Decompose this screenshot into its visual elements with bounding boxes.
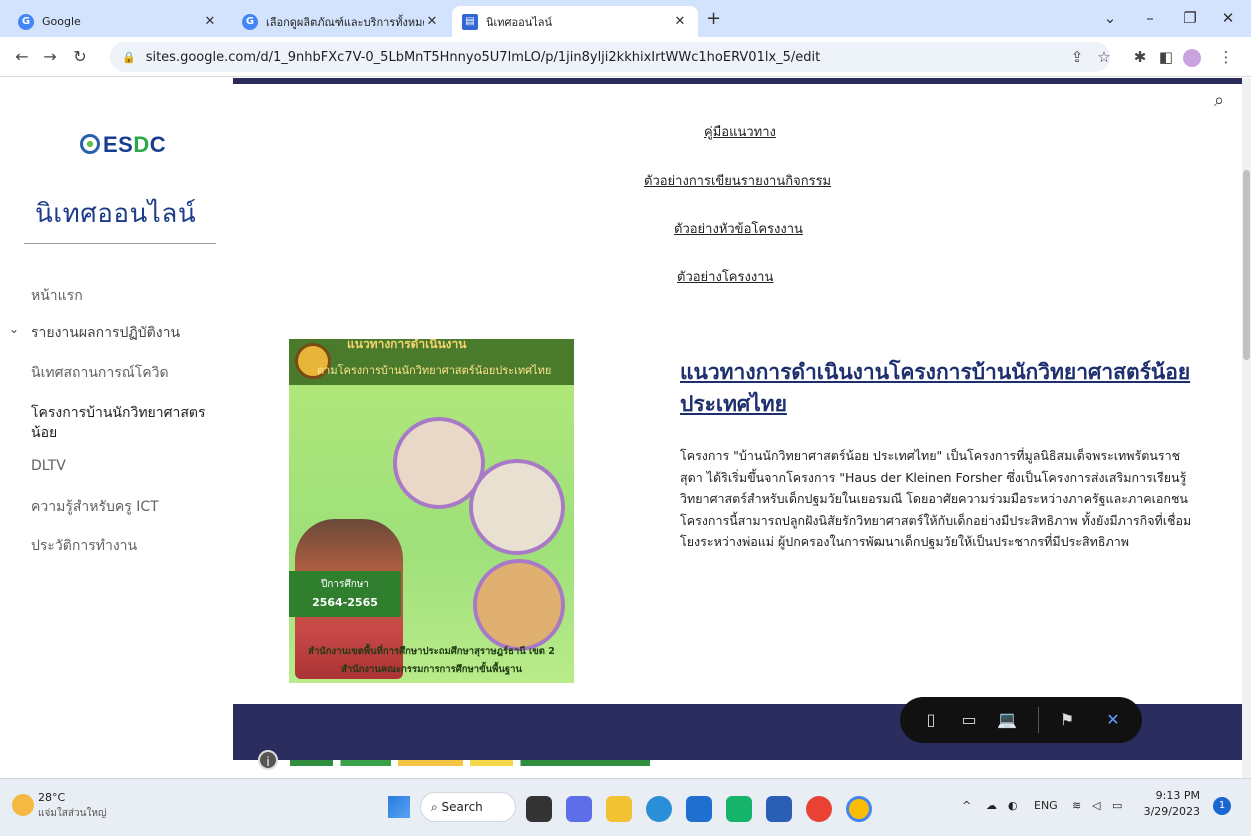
google-sites-icon: ▤ xyxy=(462,13,478,30)
reload-icon[interactable]: ↻ xyxy=(68,45,92,69)
lock-icon: 🔒 xyxy=(122,50,136,64)
start-button[interactable] xyxy=(388,796,410,818)
google-icon: G xyxy=(242,13,258,30)
weather-icon[interactable] xyxy=(12,794,34,816)
sidebar-item-history[interactable]: ประวัติการทำงาน xyxy=(31,535,137,557)
store-icon[interactable] xyxy=(686,796,712,822)
battery-icon[interactable]: ▭ xyxy=(1112,799,1122,812)
close-window-button[interactable]: ✕ xyxy=(1208,6,1248,30)
feedback-icon[interactable]: ⚑ xyxy=(1050,697,1084,743)
address-bar[interactable]: 🔒 sites.google.com/d/1_9nhbFXc7V-0_5LbMn… xyxy=(110,42,1110,72)
preview-device-toolbar: ▯ ▭ 💻 ⚑ ✕ xyxy=(900,697,1142,743)
volume-icon[interactable]: ◁ xyxy=(1092,799,1100,812)
url-text: sites.google.com/d/1_9nhbFXc7V-0_5LbMnT5… xyxy=(145,49,821,65)
tray-overflow-icon[interactable]: ^ xyxy=(962,799,971,812)
tab-search-chevron-icon[interactable]: ⌄ xyxy=(1090,6,1130,30)
profile-avatar-icon[interactable] xyxy=(1180,45,1204,69)
section-body: โครงการ "บ้านนักวิทยาศาสตร์น้อย ประเทศไท… xyxy=(680,448,1192,549)
weather-temp[interactable]: 28°C xyxy=(38,791,65,804)
wifi-icon[interactable]: ≋ xyxy=(1072,799,1081,812)
cloud-icon[interactable]: ☁ xyxy=(986,799,997,812)
menu-kebab-icon[interactable]: ⋮ xyxy=(1214,45,1238,69)
poster-year-box: ปีการศึกษา 2564-2565 xyxy=(289,571,401,617)
notification-badge[interactable]: 1 xyxy=(1213,797,1231,815)
edge-icon[interactable] xyxy=(646,796,672,822)
weather-text[interactable]: แจ่มใสส่วนใหญ่ xyxy=(38,806,106,821)
back-icon[interactable]: ← xyxy=(10,45,34,69)
link-project-example[interactable]: ตัวอย่างโครงงาน xyxy=(677,266,773,287)
restore-button[interactable]: ❐ xyxy=(1170,6,1210,30)
task-view-icon[interactable] xyxy=(526,796,552,822)
minimize-button[interactable]: – xyxy=(1130,6,1170,30)
chrome-icon[interactable] xyxy=(806,796,832,822)
forward-icon[interactable]: → xyxy=(38,45,62,69)
info-icon[interactable]: i xyxy=(258,750,278,770)
sidebar-item-dltv[interactable]: DLTV xyxy=(31,458,66,474)
tablet-preview-icon[interactable]: ▭ xyxy=(952,697,986,743)
tab-nithet-online[interactable]: ▤ นิเทศออนไลน์ ✕ xyxy=(452,6,698,37)
poster-footer: สำนักงานเขตพื้นที่การศึกษาประถมศึกษาสุรา… xyxy=(308,646,555,675)
new-tab-button[interactable]: + xyxy=(706,8,721,29)
phone-preview-icon[interactable]: ▯ xyxy=(914,697,948,743)
browser-tab-strip: G Google ✕ G เลือกดูผลิตภัณฑ์และบริการทั… xyxy=(0,0,1251,37)
search-icon[interactable]: ⌕ xyxy=(1203,86,1235,118)
section-heading[interactable]: แนวทางการดำเนินงานโครงการบ้านนักวิทยาศาส… xyxy=(680,356,1200,420)
poster-photo-circle xyxy=(469,459,565,555)
google-icon: G xyxy=(18,13,34,30)
word-icon[interactable] xyxy=(766,796,792,822)
search-icon: ⌕ xyxy=(431,800,442,814)
chat-icon[interactable] xyxy=(566,796,592,822)
windows-taskbar: 28°C แจ่มใสส่วนใหญ่ ⌕ Search ^ ☁ ◐ ENG ≋… xyxy=(0,778,1251,836)
toolbar-divider xyxy=(1038,707,1039,733)
chrome-tray-icon[interactable]: ◐ xyxy=(1008,799,1018,812)
taskbar-search[interactable]: ⌕ Search xyxy=(420,792,516,822)
tab-google[interactable]: G Google ✕ xyxy=(8,6,228,37)
browser-toolbar: ← → ↻ 🔒 sites.google.com/d/1_9nhbFXc7V-0… xyxy=(0,37,1251,77)
close-tab-icon[interactable]: ✕ xyxy=(424,14,440,29)
sidebar-item-home[interactable]: หน้าแรก xyxy=(31,285,83,307)
language-indicator[interactable]: ENG xyxy=(1034,799,1058,812)
clock-time[interactable]: 9:13 PM xyxy=(1150,789,1200,802)
extensions-icon[interactable]: ✱ xyxy=(1128,45,1152,69)
site-sidebar: ESDC นิเทศออนไลน์ หน้าแรก ⌄ รายงานผลการป… xyxy=(0,78,233,778)
sidebar-item-science-project[interactable]: โครงการบ้านนักวิทยาศาสตร xyxy=(31,402,206,424)
poster-photo-circle xyxy=(473,559,565,651)
link-report-example[interactable]: ตัวอย่างการเขียนรายงานกิจกรรม xyxy=(644,170,831,191)
site-logo[interactable]: ESDC xyxy=(80,132,166,158)
close-tab-icon[interactable]: ✕ xyxy=(202,14,218,29)
tab-products[interactable]: G เลือกดูผลิตภัณฑ์และบริการทั้งหมดของ ✕ xyxy=(232,6,450,37)
share-icon[interactable]: ⇪ xyxy=(1065,45,1089,69)
header-band xyxy=(233,78,1242,84)
scrollbar-thumb[interactable] xyxy=(1243,170,1250,360)
sidebar-item-science-project-line2[interactable]: น้อย xyxy=(31,422,57,444)
line-icon[interactable] xyxy=(726,796,752,822)
site-title[interactable]: นิเทศออนไลน์ xyxy=(35,193,196,234)
sidebar-item-ict[interactable]: ความรู้สำหรับครู ICT xyxy=(31,496,159,518)
chrome-profile-icon[interactable] xyxy=(846,796,872,822)
sidebar-item-covid[interactable]: นิเทศสถานการณ์โควิด xyxy=(31,362,169,384)
close-preview-icon[interactable]: ✕ xyxy=(1096,697,1130,743)
link-topic-example[interactable]: ตัวอย่างหัวข้อโครงงาน xyxy=(674,218,803,239)
poster-header: แนวทางการดำเนินงาน ตามโครงการบ้านนักวิทย… xyxy=(289,339,574,385)
link-guide[interactable]: คู่มือแนวทาง xyxy=(704,121,776,142)
file-explorer-icon[interactable] xyxy=(606,796,632,822)
sidebar-divider xyxy=(24,243,216,244)
laptop-preview-icon[interactable]: 💻 xyxy=(990,697,1024,743)
clock-date[interactable]: 3/29/2023 xyxy=(1140,805,1200,818)
sidebar-item-report[interactable]: รายงานผลการปฏิบัติงาน xyxy=(31,322,180,344)
close-tab-icon[interactable]: ✕ xyxy=(672,14,688,29)
section-color-bar xyxy=(290,760,650,766)
chevron-down-icon[interactable]: ⌄ xyxy=(9,322,19,336)
globe-icon xyxy=(80,134,100,154)
bookmark-star-icon[interactable]: ☆ xyxy=(1092,45,1116,69)
project-poster-image: แนวทางการดำเนินงาน ตามโครงการบ้านนักวิทย… xyxy=(289,339,574,683)
side-panel-icon[interactable]: ◧ xyxy=(1154,45,1178,69)
